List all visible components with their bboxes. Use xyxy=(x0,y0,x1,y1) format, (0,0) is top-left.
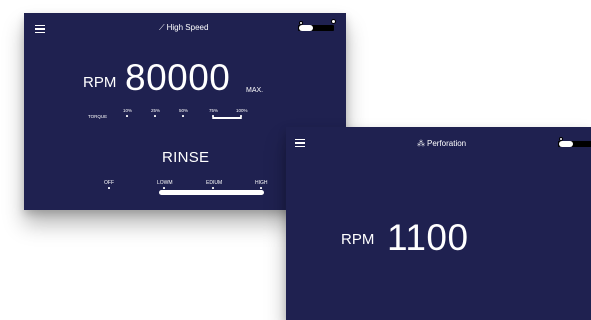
toggle-knob-left xyxy=(559,137,563,141)
bur-icon: ⟋ xyxy=(159,23,165,32)
torque-tick xyxy=(182,115,184,117)
torque-label: TORQUE xyxy=(88,114,108,119)
toggle-pill xyxy=(299,25,313,31)
rinse-slider-bar[interactable] xyxy=(159,190,264,195)
torque-option-100[interactable]: 100% xyxy=(236,108,248,113)
mode-title: ⟋ High Speed xyxy=(159,23,208,33)
perforation-screen: ⁂ Perforation RPM 1100 xyxy=(286,127,591,320)
rpm-value: 80000 xyxy=(125,57,231,98)
light-toggle[interactable] xyxy=(558,136,591,150)
toggle-knob-right xyxy=(331,19,336,24)
torque-tick xyxy=(126,115,128,117)
menu-icon[interactable] xyxy=(295,139,305,147)
light-toggle[interactable] xyxy=(298,19,336,34)
rinse-option-medium[interactable]: EDIUM xyxy=(206,180,222,186)
torque-option-75[interactable]: 75% xyxy=(209,108,218,113)
rpm-max-label: MAX. xyxy=(246,87,264,94)
drill-icon: ⁂ xyxy=(417,139,425,148)
menu-icon[interactable] xyxy=(35,25,45,33)
rinse-tick xyxy=(260,187,262,189)
toggle-knob-left xyxy=(299,21,303,25)
rinse-option-low[interactable]: LOWM xyxy=(157,180,173,186)
mode-title: ⁂ Perforation xyxy=(417,139,466,148)
toggle-pill xyxy=(559,141,573,147)
torque-slider-bar[interactable] xyxy=(212,117,242,119)
rpm-label: RPM xyxy=(341,231,375,248)
rinse-label: RINSE xyxy=(162,149,210,166)
rpm-label: RPM xyxy=(83,74,117,91)
rinse-option-off[interactable]: OFF xyxy=(104,180,114,186)
torque-option-25[interactable]: 25% xyxy=(151,108,160,113)
torque-option-50[interactable]: 50% xyxy=(179,108,188,113)
mode-title-text: High Speed xyxy=(166,23,209,32)
rinse-tick xyxy=(212,187,214,189)
torque-tick xyxy=(154,115,156,117)
mode-title-text: Perforation xyxy=(427,139,467,148)
torque-option-10[interactable]: 10% xyxy=(123,108,132,113)
rinse-tick xyxy=(163,187,165,189)
rinse-tick xyxy=(108,187,110,189)
rpm-value: 1100 xyxy=(387,217,469,258)
rinse-option-high[interactable]: HIGH xyxy=(255,180,268,186)
